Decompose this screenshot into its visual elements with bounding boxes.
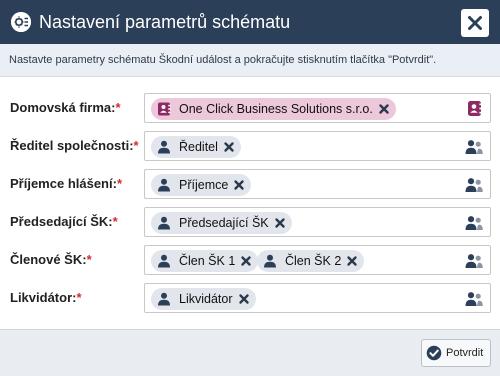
field-row-committee-members: Členové ŠK:* Člen ŠK 1 Člen ŠK 2: [0, 245, 500, 275]
company-director-field[interactable]: Ředitel: [144, 131, 491, 161]
tag-chip: One Click Business Solutions s.r.o.: [151, 98, 396, 120]
tag-chip: Příjemce: [151, 174, 252, 196]
person-icon: [158, 292, 170, 306]
report-recipient-field[interactable]: Příjemce: [144, 169, 491, 199]
person-icon: [158, 140, 170, 154]
close-button[interactable]: [461, 9, 489, 37]
users-picker-icon[interactable]: [465, 291, 483, 307]
committee-members-field[interactable]: Člen ŠK 1 Člen ŠK 2: [144, 245, 491, 275]
required-mark: *: [76, 290, 82, 305]
tag-chip: Člen ŠK 1: [151, 250, 259, 272]
field-label: Členové ŠK:*: [10, 252, 92, 267]
dialog-titlebar: Nastavení parametrů schématu: [0, 0, 500, 44]
users-picker-icon[interactable]: [465, 139, 483, 155]
field-label: Předsedající ŠK:*: [10, 214, 118, 229]
tag-chip: Člen ŠK 2: [257, 250, 365, 272]
tag-label: Člen ŠK 2: [285, 254, 342, 268]
dialog-footer: Potvrdit: [0, 329, 500, 376]
field-label: Likvidátor:*: [10, 290, 82, 305]
field-row-report-recipient: Příjemce hlášení:* Příjemce: [0, 169, 500, 199]
tag-label: Ředitel: [179, 140, 218, 154]
users-picker-icon[interactable]: [465, 253, 483, 269]
confirm-button[interactable]: Potvrdit: [421, 339, 491, 367]
tag-chip: Předsedající ŠK: [151, 212, 292, 234]
company-icon: [158, 102, 171, 116]
instruction-text: Nastavte parametry schématu Škodní událo…: [0, 44, 500, 77]
check-circle-icon: [426, 345, 442, 361]
users-picker-icon[interactable]: [465, 177, 483, 193]
remove-tag-icon[interactable]: [240, 255, 252, 267]
person-icon: [264, 254, 276, 268]
tag-label: One Click Business Solutions s.r.o.: [179, 102, 373, 116]
close-icon: [468, 16, 482, 30]
dialog-title: Nastavení parametrů schématu: [39, 12, 291, 32]
liquidator-field[interactable]: Likvidátor: [144, 283, 491, 313]
field-row-company-director: Ředitel společnosti:* Ředitel: [0, 131, 500, 161]
settings-icon: [11, 12, 31, 32]
field-label: Ředitel společnosti:*: [10, 138, 139, 153]
committee-chair-field[interactable]: Předsedající ŠK: [144, 207, 491, 237]
field-label: Domovská firma:*: [10, 100, 121, 115]
remove-tag-icon[interactable]: [223, 141, 235, 153]
required-mark: *: [86, 252, 92, 267]
remove-tag-icon[interactable]: [378, 103, 390, 115]
field-row-liquidator: Likvidátor:* Likvidátor: [0, 283, 500, 313]
person-icon: [158, 178, 170, 192]
remove-tag-icon[interactable]: [238, 293, 250, 305]
field-label: Příjemce hlášení:*: [10, 176, 123, 191]
home-company-field[interactable]: One Click Business Solutions s.r.o.: [144, 93, 491, 123]
tag-label: Příjemce: [179, 178, 229, 192]
required-mark: *: [115, 100, 121, 115]
field-row-home-company: Domovská firma:* One Click Business Solu…: [0, 93, 500, 123]
remove-tag-icon[interactable]: [233, 179, 245, 191]
tag-label: Likvidátor: [179, 292, 233, 306]
company-picker-icon[interactable]: [467, 100, 483, 117]
person-icon: [158, 216, 170, 230]
field-row-committee-chair: Předsedající ŠK:* Předsedající ŠK: [0, 207, 500, 237]
required-mark: *: [133, 138, 139, 153]
remove-tag-icon[interactable]: [346, 255, 358, 267]
parameters-dialog: Nastavení parametrů schématu Nastavte pa…: [0, 0, 500, 376]
users-picker-icon[interactable]: [465, 215, 483, 231]
remove-tag-icon[interactable]: [274, 217, 286, 229]
required-mark: *: [112, 214, 118, 229]
tag-label: Člen ŠK 1: [179, 254, 236, 268]
tag-chip: Ředitel: [151, 136, 241, 158]
tag-label: Předsedající ŠK: [179, 216, 269, 230]
confirm-button-label: Potvrdit: [446, 347, 484, 359]
tag-chip: Likvidátor: [151, 288, 256, 310]
person-icon: [158, 254, 170, 268]
required-mark: *: [116, 176, 123, 191]
